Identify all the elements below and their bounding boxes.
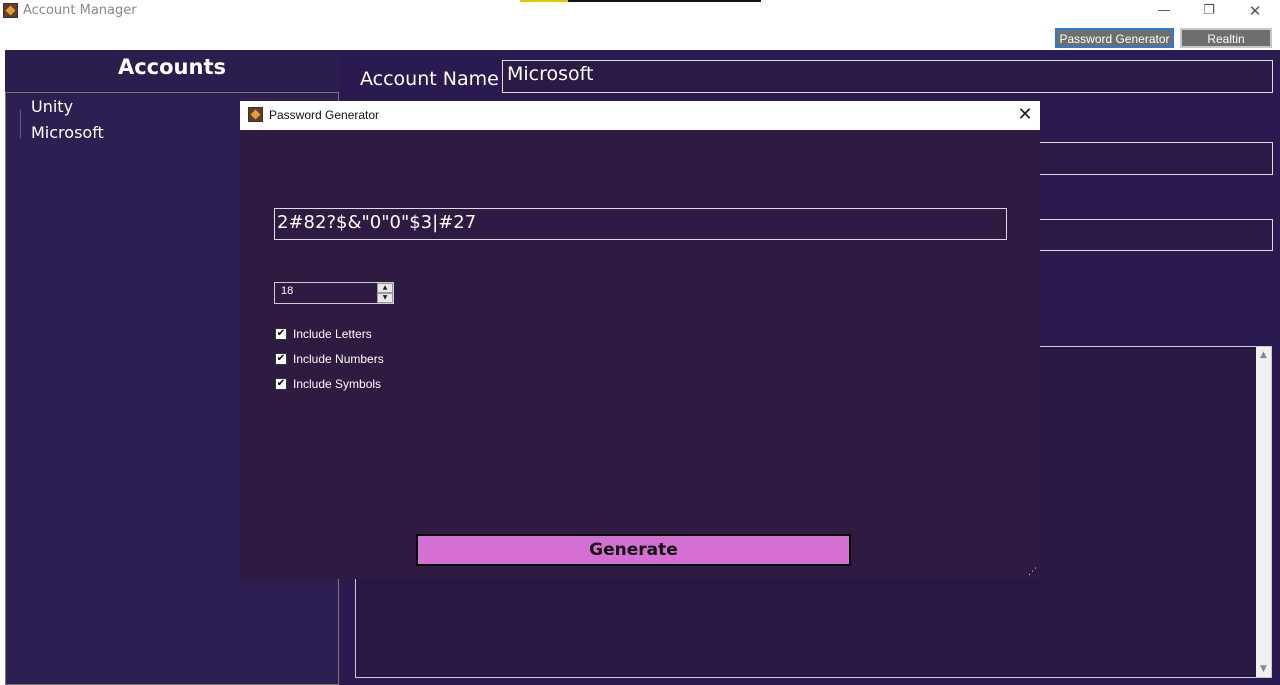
include-numbers-label: Include Numbers [293,352,384,366]
chevron-down-icon[interactable]: ▼ [377,293,393,303]
scroll-up-icon[interactable]: ▲ [1256,348,1271,362]
details-field[interactable] [1040,142,1273,175]
app-icon [3,3,18,18]
close-icon[interactable]: ✕ [1012,102,1038,128]
app-icon [248,107,263,122]
password-generator-button[interactable]: Password Generator [1055,28,1174,48]
window-title: Account Manager [23,3,137,18]
include-symbols-label: Include Symbols [293,377,382,391]
accounts-header: Accounts [117,55,226,79]
account-name-input[interactable]: Microsoft [502,60,1273,93]
scroll-down-icon[interactable]: ▼ [1256,662,1271,676]
password-output-field[interactable]: 2#82?$&"0"0"$3|#27 [274,208,1007,240]
scrollbar[interactable] [1256,347,1271,677]
tree-line [20,110,21,138]
realtin-button[interactable]: Realtin [1180,28,1272,48]
include-symbols-checkbox[interactable]: ✔ [275,378,287,390]
decorative-strip [520,0,568,2]
chevron-up-icon[interactable]: ▲ [377,283,393,293]
length-stepper[interactable]: 18 [274,282,394,304]
resize-grip-icon[interactable]: ⋰ [1028,567,1038,577]
list-item-microsoft[interactable]: Microsoft [31,123,104,142]
include-letters-checkbox[interactable]: ✔ [275,328,287,340]
maximize-icon[interactable]: ❐ [1186,0,1232,22]
generate-button[interactable]: Generate [416,534,851,566]
decorative-strip [568,0,761,2]
list-item-unity[interactable]: Unity [31,97,73,116]
details-field[interactable] [1040,219,1273,251]
account-name-label: Account Name [360,68,499,90]
include-letters-label: Include Letters [293,327,372,341]
close-icon[interactable]: ✕ [1232,0,1278,22]
include-numbers-checkbox[interactable]: ✔ [275,353,287,365]
minimize-icon[interactable]: — [1141,0,1187,22]
dialog-title: Password Generator [269,108,380,122]
